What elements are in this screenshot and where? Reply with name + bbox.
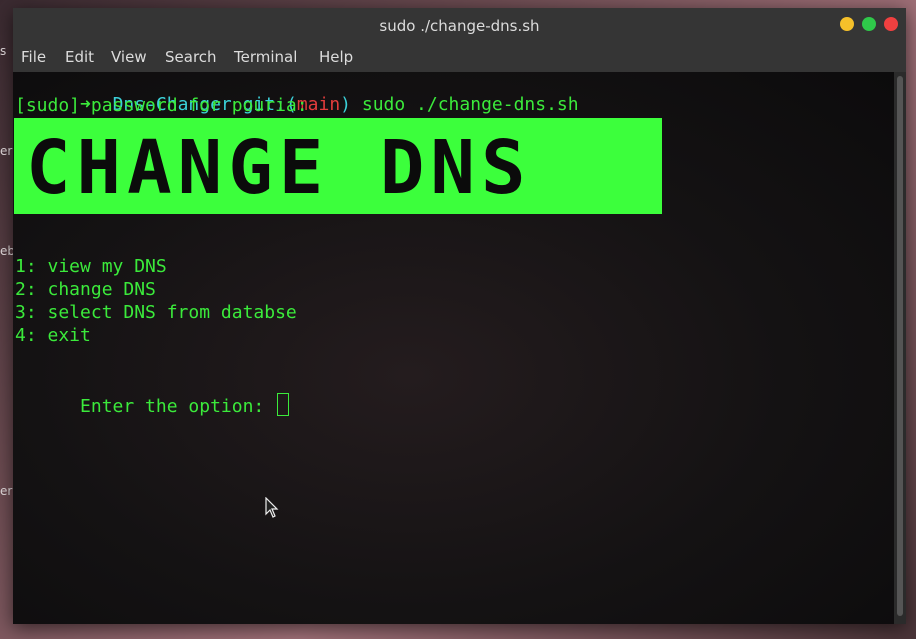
menu-terminal[interactable]: Terminal [234, 48, 297, 66]
git-suffix: ) [340, 94, 352, 115]
menu-option-1: 1: view my DNS [15, 256, 167, 277]
ascii-banner: CHANGE DNS [14, 118, 662, 214]
menu-help[interactable]: Help [319, 48, 353, 66]
window-title: sudo ./change-dns.sh [379, 17, 540, 35]
menu-bar: File Edit View Search Terminal Help [13, 44, 906, 72]
menu-file[interactable]: File [21, 48, 46, 66]
menu-search[interactable]: Search [165, 48, 217, 66]
terminal-window: sudo ./change-dns.sh File Edit View Sear… [13, 8, 906, 624]
close-button[interactable] [884, 17, 898, 31]
sudo-prompt-line: [sudo] password for pouria: [15, 95, 308, 116]
mouse-pointer-icon [265, 497, 279, 518]
text-cursor[interactable] [277, 393, 290, 416]
command-text: sudo ./change-dns.sh [361, 94, 579, 115]
scrollbar-thumb[interactable] [897, 76, 903, 616]
banner-text: CHANGE DNS [26, 125, 532, 211]
scrollbar[interactable] [894, 72, 906, 624]
minimize-button[interactable] [840, 17, 854, 31]
menu-edit[interactable]: Edit [65, 48, 94, 66]
maximize-button[interactable] [862, 17, 876, 31]
input-prompt: Enter the option: [80, 396, 276, 417]
menu-option-3: 3: select DNS from databse [15, 302, 297, 323]
desktop-label-2: er [0, 144, 13, 158]
desktop-label-4: er [0, 484, 13, 498]
terminal-output[interactable]: ➜ Dns-Changer git:(main) sudo ./change-d… [13, 72, 894, 624]
title-bar[interactable]: sudo ./change-dns.sh [13, 8, 906, 44]
desktop-label-1: s [0, 44, 7, 58]
menu-option-4: 4: exit [15, 325, 91, 346]
menu-view[interactable]: View [111, 48, 147, 66]
menu-option-2: 2: change DNS [15, 279, 156, 300]
input-line: Enter the option: [15, 371, 290, 440]
